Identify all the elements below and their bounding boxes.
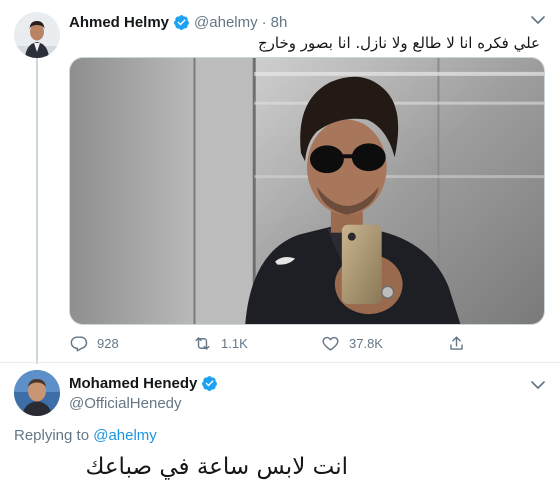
avatar-image — [14, 12, 60, 58]
reply-tweet-text: انت لابس ساعة في صباعك — [85, 454, 348, 480]
retweet-count: 1.1K — [221, 335, 248, 351]
share-button[interactable] — [447, 332, 475, 354]
chevron-down-icon[interactable] — [528, 10, 548, 30]
verified-badge-icon — [201, 375, 218, 392]
author-display-name[interactable]: Ahmed Helmy — [69, 14, 169, 31]
tweet-divider — [0, 362, 560, 363]
tweet-text: علي فكره انا لا طالع ولا نازل. انا بصور … — [257, 34, 540, 52]
mohamed-henedy-avatar[interactable] — [14, 370, 60, 416]
author-handle[interactable]: @ahelmy — [194, 14, 258, 31]
tweet-header: Ahmed Helmy @ahelmy · 8h — [69, 12, 287, 32]
original-tweet[interactable]: Ahmed Helmy @ahelmy · 8h علي فكره انا لا… — [0, 0, 560, 364]
verified-badge-icon — [173, 14, 190, 31]
retweet-icon — [195, 336, 210, 350]
retweet-button[interactable]: 1.1K — [193, 332, 248, 354]
reply-count: 928 — [97, 335, 119, 351]
avatar-image — [14, 370, 60, 416]
separator-dot: · — [261, 13, 267, 31]
tweet-actions-bar: 928 1.1K 37.8K — [69, 332, 469, 354]
replying-to-mention-link[interactable]: @ahelmy — [93, 427, 157, 444]
tweet-photo[interactable] — [69, 57, 545, 325]
like-count: 37.8K — [349, 335, 383, 351]
reply-button[interactable]: 928 — [69, 332, 119, 354]
replying-to-label: Replying to — [14, 427, 90, 444]
replying-to-line: Replying to @ahelmy — [14, 427, 157, 444]
reply-author-display-name[interactable]: Mohamed Henedy — [69, 375, 197, 392]
thread-connector-line — [36, 58, 38, 364]
reply-icon — [70, 335, 88, 351]
elevator-selfie-photo — [70, 58, 544, 324]
reply-author-name-row: Mohamed Henedy — [69, 375, 222, 392]
reply-author-handle[interactable]: @OfficialHenedy — [69, 395, 182, 412]
heart-icon — [322, 336, 339, 351]
like-button[interactable]: 37.8K — [321, 332, 383, 354]
share-icon — [450, 335, 463, 350]
chevron-down-icon[interactable] — [528, 375, 548, 395]
ahmed-helmy-avatar[interactable] — [14, 12, 60, 58]
tweet-timestamp[interactable]: 8h — [271, 14, 288, 31]
